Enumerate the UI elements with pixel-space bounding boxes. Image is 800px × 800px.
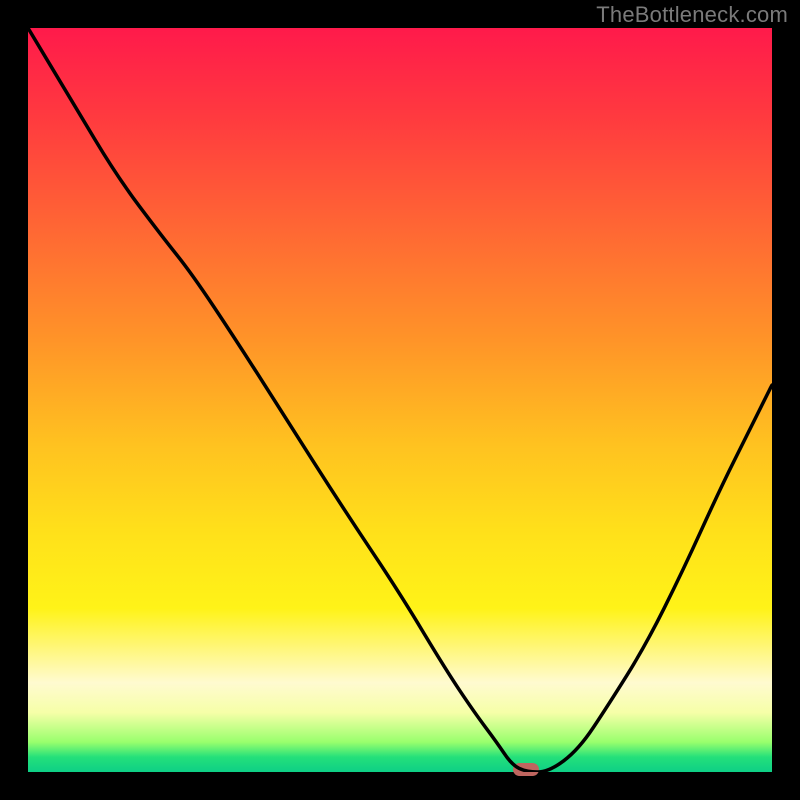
optimal-point-marker: [513, 763, 539, 776]
watermark-text: TheBottleneck.com: [596, 2, 788, 28]
plot-area: [28, 28, 772, 772]
bottleneck-curve: [28, 28, 772, 772]
chart-frame: TheBottleneck.com: [0, 0, 800, 800]
curve-path: [28, 28, 772, 772]
